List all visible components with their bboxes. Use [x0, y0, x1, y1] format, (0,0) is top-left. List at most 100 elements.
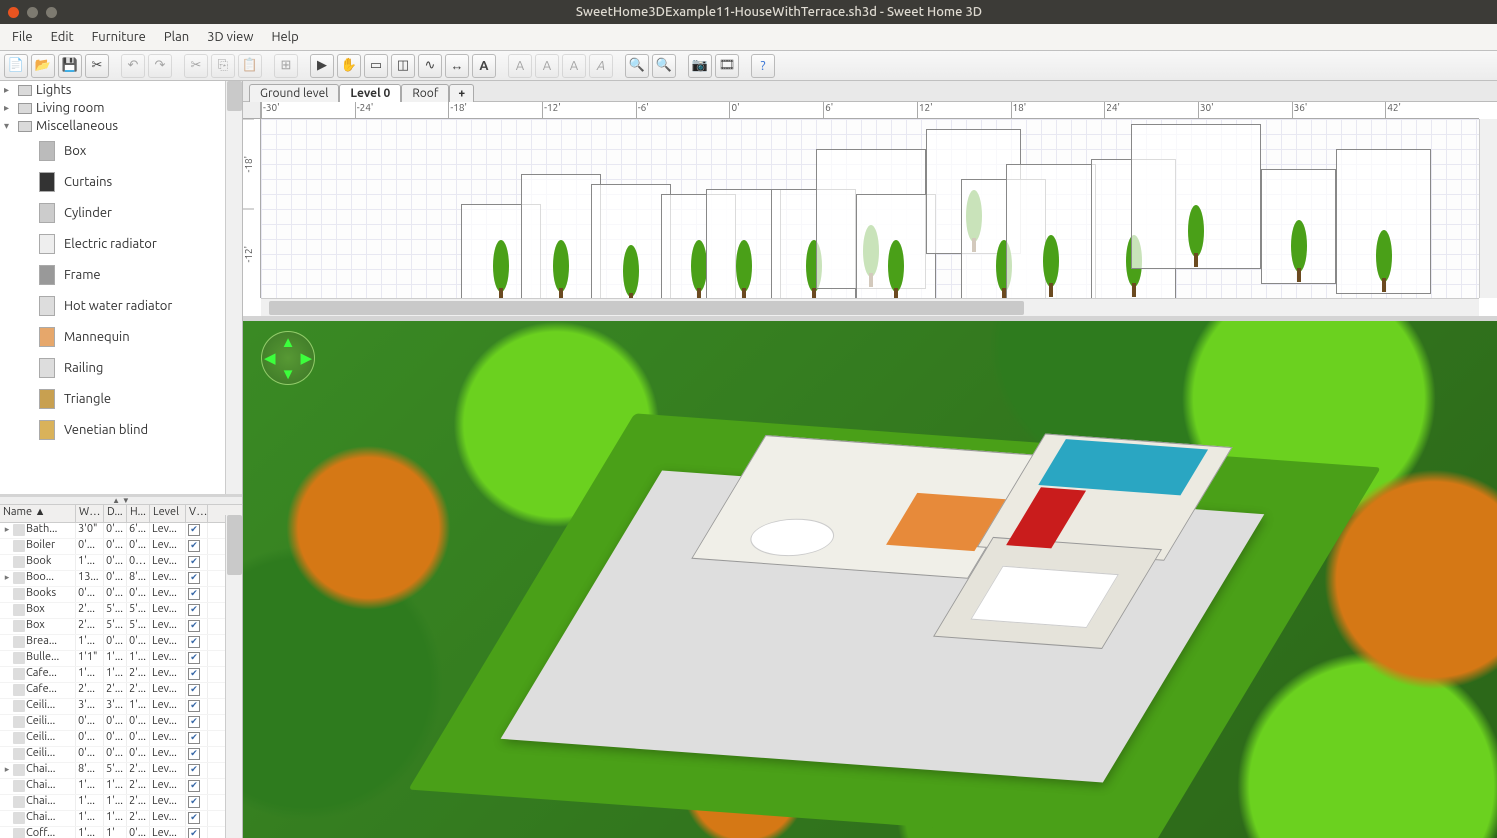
- plan-tree-item[interactable]: [591, 184, 671, 298]
- table-row[interactable]: Boiler0'...0'...0'...Lev...✔: [0, 539, 242, 555]
- catalog-item[interactable]: Hot water radiator: [0, 290, 242, 321]
- table-row[interactable]: Chai...1'...1'...2'...Lev...✔: [0, 811, 242, 827]
- furniture-list-scrollbar[interactable]: [225, 515, 242, 838]
- text-bigger-button[interactable]: A: [535, 54, 559, 78]
- row-visible-checkbox[interactable]: ✔: [188, 540, 200, 552]
- row-visible-checkbox[interactable]: ✔: [188, 572, 200, 584]
- undo-button[interactable]: ↶: [121, 54, 145, 78]
- nav-right-icon[interactable]: ▶: [300, 349, 312, 367]
- row-visible-checkbox[interactable]: ✔: [188, 668, 200, 680]
- add-furniture-button[interactable]: ⊞: [274, 54, 298, 78]
- table-row[interactable]: Ceili...3'...3'...1'...Lev...✔: [0, 699, 242, 715]
- row-visible-checkbox[interactable]: ✔: [188, 588, 200, 600]
- tab-level-0[interactable]: Level 0: [339, 84, 401, 102]
- catalog-scrollbar[interactable]: [225, 81, 242, 494]
- table-row[interactable]: ▸Chai...8'...5'...2'...Lev...✔: [0, 763, 242, 779]
- catalog-item[interactable]: Electric radiator: [0, 228, 242, 259]
- text-bold-button[interactable]: A: [508, 54, 532, 78]
- table-row[interactable]: Chai...1'...1'...2'...Lev...✔: [0, 795, 242, 811]
- create-rooms-button[interactable]: ◫: [391, 54, 415, 78]
- table-row[interactable]: Ceili...0'...0'...0'...Lev...✔: [0, 747, 242, 763]
- video-button[interactable]: 🎞: [715, 54, 739, 78]
- catalog-item[interactable]: Triangle: [0, 383, 242, 414]
- table-row[interactable]: ▸Bath...3'0"0'...6'...Lev...✔: [0, 523, 242, 539]
- plan-tree-item[interactable]: [856, 194, 936, 298]
- plan-tree-item[interactable]: [1261, 169, 1336, 284]
- row-visible-checkbox[interactable]: ✔: [188, 652, 200, 664]
- window-minimize-button[interactable]: [27, 7, 38, 18]
- expand-icon[interactable]: ▸: [4, 102, 14, 114]
- window-close-button[interactable]: [8, 7, 19, 18]
- table-row[interactable]: Ceili...0'...0'...0'...Lev...✔: [0, 715, 242, 731]
- catalog-item[interactable]: Cylinder: [0, 197, 242, 228]
- catalog-category[interactable]: ▸Lights: [0, 81, 242, 99]
- plan-tree-item[interactable]: [1006, 164, 1096, 298]
- cut-button[interactable]: ✂: [184, 54, 208, 78]
- menu-3d-view[interactable]: 3D view: [199, 27, 261, 47]
- text-italic-button[interactable]: A: [589, 54, 613, 78]
- row-visible-checkbox[interactable]: ✔: [188, 524, 200, 536]
- table-row[interactable]: Box2'...5'...5'...Lev...✔: [0, 619, 242, 635]
- save-button[interactable]: 💾: [58, 54, 82, 78]
- row-visible-checkbox[interactable]: ✔: [188, 828, 200, 838]
- row-visible-checkbox[interactable]: ✔: [188, 764, 200, 776]
- col-height[interactable]: H...: [127, 505, 150, 522]
- catalog-item[interactable]: Mannequin: [0, 321, 242, 352]
- catalog-item[interactable]: Frame: [0, 259, 242, 290]
- catalog-item[interactable]: Box: [0, 135, 242, 166]
- window-maximize-button[interactable]: [46, 7, 57, 18]
- table-row[interactable]: Coff...1'...1'0'...Lev...✔: [0, 827, 242, 838]
- preferences-button[interactable]: ✂: [85, 54, 109, 78]
- col-visible[interactable]: Vi...: [186, 505, 208, 522]
- row-visible-checkbox[interactable]: ✔: [188, 604, 200, 616]
- menu-edit[interactable]: Edit: [43, 27, 82, 47]
- row-visible-checkbox[interactable]: ✔: [188, 556, 200, 568]
- row-visible-checkbox[interactable]: ✔: [188, 732, 200, 744]
- zoom-out-button[interactable]: 🔍: [652, 54, 676, 78]
- 3d-view[interactable]: ▲ ▼ ◀ ▶: [243, 321, 1497, 838]
- table-row[interactable]: Book1'...0'...0'1"Lev...✔: [0, 555, 242, 571]
- row-visible-checkbox[interactable]: ✔: [188, 812, 200, 824]
- table-row[interactable]: Box2'...5'...5'...Lev...✔: [0, 603, 242, 619]
- table-row[interactable]: Books0'...0'...0'...Lev...✔: [0, 587, 242, 603]
- catalog-item[interactable]: Curtains: [0, 166, 242, 197]
- plan-grid[interactable]: [261, 119, 1479, 298]
- nav-left-icon[interactable]: ◀: [264, 349, 276, 367]
- row-visible-checkbox[interactable]: ✔: [188, 684, 200, 696]
- plan-view[interactable]: -30'-24'-18'-12'-6'0'6'12'18'24'30'36'42…: [243, 102, 1497, 316]
- table-row[interactable]: Cafe...2'...2'...2'...Lev...✔: [0, 683, 242, 699]
- catalog-category[interactable]: ▸Living room: [0, 99, 242, 117]
- create-dimensions-button[interactable]: ↔: [445, 54, 469, 78]
- collapse-icon[interactable]: ▾: [4, 120, 14, 132]
- photo-button[interactable]: 📷: [688, 54, 712, 78]
- row-visible-checkbox[interactable]: ✔: [188, 700, 200, 712]
- text-smaller-button[interactable]: A: [562, 54, 586, 78]
- row-visible-checkbox[interactable]: ✔: [188, 636, 200, 648]
- zoom-in-button[interactable]: 🔍: [625, 54, 649, 78]
- plan-hscrollbar[interactable]: [261, 298, 1479, 316]
- col-level[interactable]: Level: [150, 505, 186, 522]
- copy-button[interactable]: ⎘: [211, 54, 235, 78]
- redo-button[interactable]: ↷: [148, 54, 172, 78]
- 3d-nav-compass[interactable]: ▲ ▼ ◀ ▶: [261, 331, 315, 385]
- table-row[interactable]: Chai...1'...1'...2'...Lev...✔: [0, 779, 242, 795]
- row-visible-checkbox[interactable]: ✔: [188, 716, 200, 728]
- menu-file[interactable]: File: [4, 27, 41, 47]
- menu-help[interactable]: Help: [263, 27, 306, 47]
- row-visible-checkbox[interactable]: ✔: [188, 620, 200, 632]
- table-row[interactable]: ▸Boo...13...0'...8'...Lev...✔: [0, 571, 242, 587]
- plan-tree-item[interactable]: [521, 174, 601, 298]
- paste-button[interactable]: 📋: [238, 54, 262, 78]
- col-depth[interactable]: D...: [104, 505, 127, 522]
- nav-up-icon[interactable]: ▲: [281, 333, 296, 351]
- tab-add-level[interactable]: +: [449, 84, 474, 102]
- table-row[interactable]: Ceili...0'...0'...0'...Lev...✔: [0, 731, 242, 747]
- catalog-item[interactable]: Railing: [0, 352, 242, 383]
- select-tool-button[interactable]: ▶: [310, 54, 334, 78]
- tab-roof[interactable]: Roof: [401, 84, 449, 102]
- tab-ground-level[interactable]: Ground level: [249, 84, 339, 102]
- create-polylines-button[interactable]: ∿: [418, 54, 442, 78]
- table-row[interactable]: Cafe...1'...1'...2'...Lev...✔: [0, 667, 242, 683]
- row-visible-checkbox[interactable]: ✔: [188, 780, 200, 792]
- nav-down-icon[interactable]: ▼: [281, 365, 296, 383]
